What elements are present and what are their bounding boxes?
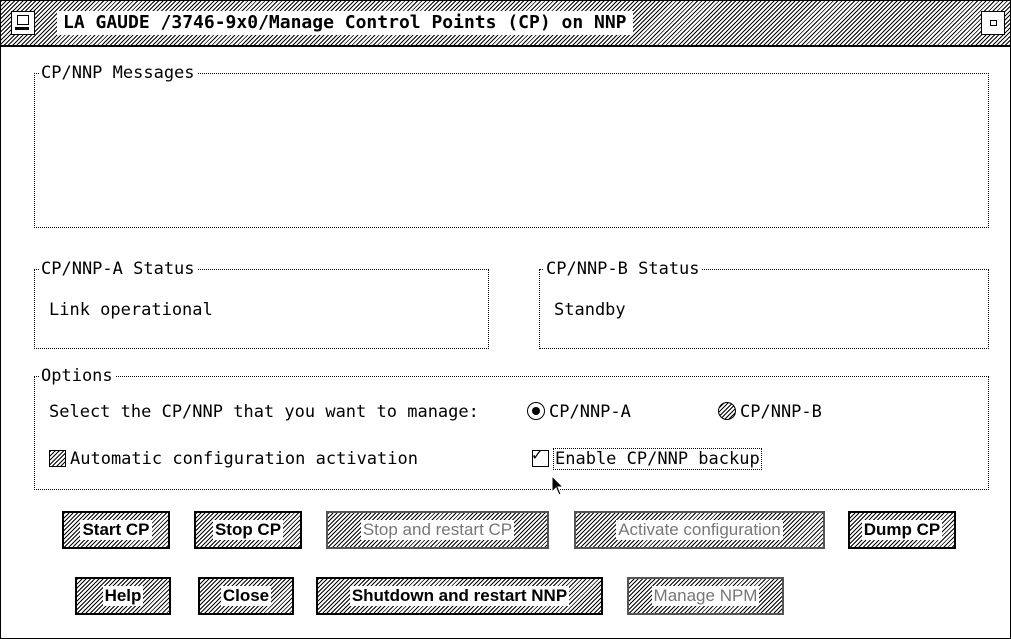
stop-cp-button[interactable]: Stop CP xyxy=(194,511,302,549)
checkbox-checked-icon[interactable]: ✓ xyxy=(532,446,549,467)
enable-backup-label: Enable CP/NNP backup xyxy=(553,448,762,470)
select-cp-prompt: Select the CP/NNP that you want to manag… xyxy=(49,402,479,422)
radio-cp-nnp-b[interactable]: CP/NNP-B xyxy=(718,402,822,422)
help-button[interactable]: Help xyxy=(75,577,171,615)
radio-cp-nnp-a[interactable]: CP/NNP-A xyxy=(527,402,631,422)
radio-unselected-icon[interactable] xyxy=(718,402,736,420)
dump-cp-label: Dump CP xyxy=(861,520,943,540)
cp-nnp-b-status-group: CP/NNP-B Status Standby xyxy=(539,259,989,349)
auto-config-activation-checkbox[interactable]: Automatic configuration activation xyxy=(49,449,418,469)
start-cp-label: Start CP xyxy=(80,520,152,540)
auto-config-activation-label: Automatic configuration activation xyxy=(70,449,418,469)
close-label: Close xyxy=(220,586,272,606)
cp-nnp-a-status-group: CP/NNP-A Status Link operational xyxy=(34,259,489,349)
messages-group: CP/NNP Messages xyxy=(34,63,989,228)
stop-and-restart-cp-button[interactable]: Stop and restart CP xyxy=(326,511,549,549)
radio-cp-nnp-b-label: CP/NNP-B xyxy=(740,402,822,422)
options-group-label: Options xyxy=(39,366,115,386)
manage-npm-label: Manage NPM xyxy=(651,586,760,606)
help-label: Help xyxy=(102,586,144,606)
shutdown-restart-nnp-label: Shutdown and restart NNP xyxy=(349,586,570,606)
system-menu-icon[interactable] xyxy=(11,11,35,35)
activate-configuration-button[interactable]: Activate configuration xyxy=(574,511,825,549)
cp-nnp-a-status-label: CP/NNP-A Status xyxy=(39,259,197,279)
options-group: Options Select the CP/NNP that you want … xyxy=(34,366,989,490)
dump-cp-button[interactable]: Dump CP xyxy=(848,511,956,549)
activate-configuration-label: Activate configuration xyxy=(616,520,783,540)
close-button[interactable]: Close xyxy=(198,577,294,615)
title-bar[interactable]: LA GAUDE /3746-9x0/Manage Control Points… xyxy=(1,1,1010,47)
manage-npm-button[interactable]: Manage NPM xyxy=(627,577,784,615)
stop-cp-label: Stop CP xyxy=(212,520,284,540)
start-cp-button[interactable]: Start CP xyxy=(62,511,170,549)
dialog-window: LA GAUDE /3746-9x0/Manage Control Points… xyxy=(0,0,1011,639)
messages-area[interactable] xyxy=(35,74,988,227)
radio-selected-icon[interactable] xyxy=(527,402,545,420)
minimize-icon[interactable] xyxy=(981,11,1005,35)
cp-nnp-a-status-text: Link operational xyxy=(49,300,213,320)
window-title: LA GAUDE /3746-9x0/Manage Control Points… xyxy=(57,11,633,35)
shutdown-restart-nnp-button[interactable]: Shutdown and restart NNP xyxy=(316,577,603,615)
enable-backup-checkbox[interactable]: ✓ Enable CP/NNP backup xyxy=(532,446,762,470)
stop-and-restart-cp-label: Stop and restart CP xyxy=(360,520,515,540)
radio-cp-nnp-a-label: CP/NNP-A xyxy=(549,402,631,422)
checkbox-unchecked-icon[interactable] xyxy=(49,450,66,467)
cp-nnp-b-status-text: Standby xyxy=(554,300,626,320)
cp-nnp-b-status-label: CP/NNP-B Status xyxy=(544,259,702,279)
